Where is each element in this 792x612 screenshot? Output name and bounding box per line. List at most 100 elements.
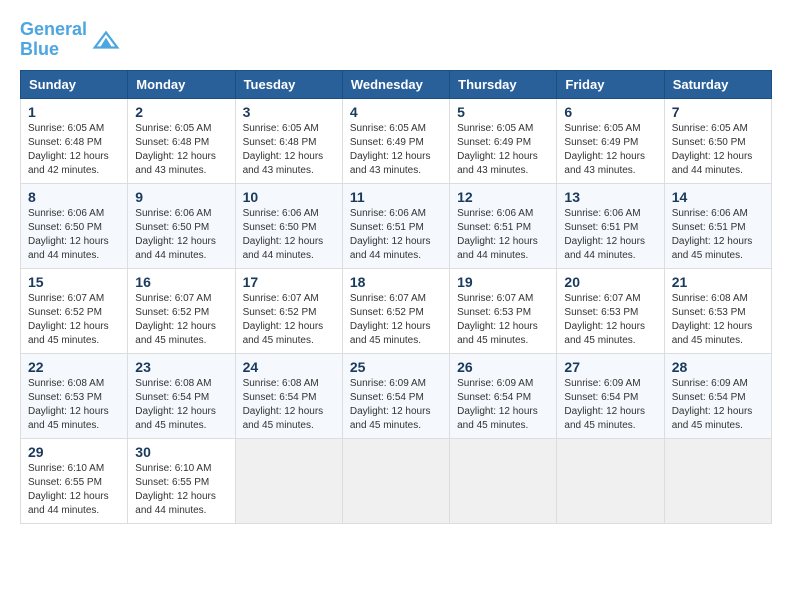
calendar-body: 1 Sunrise: 6:05 AM Sunset: 6:48 PM Dayli… [21,98,772,523]
day-number: 28 [672,359,764,375]
logo: General Blue [20,20,121,60]
day-number: 15 [28,274,120,290]
day-info: Sunrise: 6:08 AM Sunset: 6:53 PM Dayligh… [672,293,753,346]
day-header-monday: Monday [128,70,235,98]
day-info: Sunrise: 6:10 AM Sunset: 6:55 PM Dayligh… [28,463,109,516]
calendar-cell: 20 Sunrise: 6:07 AM Sunset: 6:53 PM Dayl… [557,268,664,353]
calendar-cell: 29 Sunrise: 6:10 AM Sunset: 6:55 PM Dayl… [21,438,128,523]
day-number: 24 [243,359,335,375]
calendar-cell: 19 Sunrise: 6:07 AM Sunset: 6:53 PM Dayl… [450,268,557,353]
day-info: Sunrise: 6:06 AM Sunset: 6:51 PM Dayligh… [672,208,753,261]
day-info: Sunrise: 6:06 AM Sunset: 6:50 PM Dayligh… [243,208,324,261]
calendar-cell: 7 Sunrise: 6:05 AM Sunset: 6:50 PM Dayli… [664,98,771,183]
calendar-week-2: 8 Sunrise: 6:06 AM Sunset: 6:50 PM Dayli… [21,183,772,268]
calendar-cell: 24 Sunrise: 6:08 AM Sunset: 6:54 PM Dayl… [235,353,342,438]
day-header-sunday: Sunday [21,70,128,98]
day-info: Sunrise: 6:07 AM Sunset: 6:52 PM Dayligh… [243,293,324,346]
day-number: 7 [672,104,764,120]
day-info: Sunrise: 6:06 AM Sunset: 6:51 PM Dayligh… [350,208,431,261]
logo-icon [91,25,121,55]
day-info: Sunrise: 6:07 AM Sunset: 6:52 PM Dayligh… [28,293,109,346]
day-number: 30 [135,444,227,460]
calendar-cell: 9 Sunrise: 6:06 AM Sunset: 6:50 PM Dayli… [128,183,235,268]
day-number: 29 [28,444,120,460]
day-number: 3 [243,104,335,120]
calendar-cell: 15 Sunrise: 6:07 AM Sunset: 6:52 PM Dayl… [21,268,128,353]
day-number: 19 [457,274,549,290]
day-header-tuesday: Tuesday [235,70,342,98]
logo-text: General Blue [20,20,87,60]
day-info: Sunrise: 6:05 AM Sunset: 6:49 PM Dayligh… [457,123,538,176]
calendar-cell [664,438,771,523]
calendar-cell [235,438,342,523]
calendar-cell: 21 Sunrise: 6:08 AM Sunset: 6:53 PM Dayl… [664,268,771,353]
day-number: 4 [350,104,442,120]
calendar-week-1: 1 Sunrise: 6:05 AM Sunset: 6:48 PM Dayli… [21,98,772,183]
calendar-cell: 5 Sunrise: 6:05 AM Sunset: 6:49 PM Dayli… [450,98,557,183]
calendar-cell: 17 Sunrise: 6:07 AM Sunset: 6:52 PM Dayl… [235,268,342,353]
calendar-week-4: 22 Sunrise: 6:08 AM Sunset: 6:53 PM Dayl… [21,353,772,438]
day-info: Sunrise: 6:08 AM Sunset: 6:53 PM Dayligh… [28,378,109,431]
calendar-cell: 11 Sunrise: 6:06 AM Sunset: 6:51 PM Dayl… [342,183,449,268]
calendar-cell: 14 Sunrise: 6:06 AM Sunset: 6:51 PM Dayl… [664,183,771,268]
calendar-cell: 3 Sunrise: 6:05 AM Sunset: 6:48 PM Dayli… [235,98,342,183]
day-info: Sunrise: 6:09 AM Sunset: 6:54 PM Dayligh… [350,378,431,431]
day-number: 23 [135,359,227,375]
day-info: Sunrise: 6:08 AM Sunset: 6:54 PM Dayligh… [135,378,216,431]
calendar-cell: 30 Sunrise: 6:10 AM Sunset: 6:55 PM Dayl… [128,438,235,523]
day-info: Sunrise: 6:06 AM Sunset: 6:50 PM Dayligh… [135,208,216,261]
day-info: Sunrise: 6:05 AM Sunset: 6:50 PM Dayligh… [672,123,753,176]
day-number: 27 [564,359,656,375]
calendar-cell: 26 Sunrise: 6:09 AM Sunset: 6:54 PM Dayl… [450,353,557,438]
day-number: 16 [135,274,227,290]
calendar-cell: 28 Sunrise: 6:09 AM Sunset: 6:54 PM Dayl… [664,353,771,438]
day-number: 14 [672,189,764,205]
day-number: 1 [28,104,120,120]
calendar-cell: 22 Sunrise: 6:08 AM Sunset: 6:53 PM Dayl… [21,353,128,438]
day-number: 6 [564,104,656,120]
calendar-cell: 6 Sunrise: 6:05 AM Sunset: 6:49 PM Dayli… [557,98,664,183]
day-number: 8 [28,189,120,205]
day-info: Sunrise: 6:05 AM Sunset: 6:48 PM Dayligh… [28,123,109,176]
day-number: 18 [350,274,442,290]
calendar-cell: 10 Sunrise: 6:06 AM Sunset: 6:50 PM Dayl… [235,183,342,268]
day-header-friday: Friday [557,70,664,98]
day-info: Sunrise: 6:08 AM Sunset: 6:54 PM Dayligh… [243,378,324,431]
calendar-cell [450,438,557,523]
day-number: 2 [135,104,227,120]
calendar-cell: 13 Sunrise: 6:06 AM Sunset: 6:51 PM Dayl… [557,183,664,268]
calendar-cell [557,438,664,523]
day-info: Sunrise: 6:06 AM Sunset: 6:51 PM Dayligh… [457,208,538,261]
day-number: 13 [564,189,656,205]
calendar-cell: 18 Sunrise: 6:07 AM Sunset: 6:52 PM Dayl… [342,268,449,353]
day-info: Sunrise: 6:05 AM Sunset: 6:49 PM Dayligh… [564,123,645,176]
day-info: Sunrise: 6:06 AM Sunset: 6:51 PM Dayligh… [564,208,645,261]
calendar-week-5: 29 Sunrise: 6:10 AM Sunset: 6:55 PM Dayl… [21,438,772,523]
day-header-saturday: Saturday [664,70,771,98]
day-info: Sunrise: 6:05 AM Sunset: 6:48 PM Dayligh… [135,123,216,176]
day-info: Sunrise: 6:10 AM Sunset: 6:55 PM Dayligh… [135,463,216,516]
calendar-cell: 4 Sunrise: 6:05 AM Sunset: 6:49 PM Dayli… [342,98,449,183]
day-info: Sunrise: 6:09 AM Sunset: 6:54 PM Dayligh… [564,378,645,431]
day-of-week-header: SundayMondayTuesdayWednesdayThursdayFrid… [21,70,772,98]
day-header-thursday: Thursday [450,70,557,98]
calendar-cell: 27 Sunrise: 6:09 AM Sunset: 6:54 PM Dayl… [557,353,664,438]
day-info: Sunrise: 6:07 AM Sunset: 6:53 PM Dayligh… [564,293,645,346]
calendar-cell: 1 Sunrise: 6:05 AM Sunset: 6:48 PM Dayli… [21,98,128,183]
day-number: 20 [564,274,656,290]
day-header-wednesday: Wednesday [342,70,449,98]
calendar-cell [342,438,449,523]
day-info: Sunrise: 6:09 AM Sunset: 6:54 PM Dayligh… [457,378,538,431]
day-info: Sunrise: 6:06 AM Sunset: 6:50 PM Dayligh… [28,208,109,261]
day-number: 10 [243,189,335,205]
day-number: 21 [672,274,764,290]
calendar-cell: 16 Sunrise: 6:07 AM Sunset: 6:52 PM Dayl… [128,268,235,353]
day-info: Sunrise: 6:09 AM Sunset: 6:54 PM Dayligh… [672,378,753,431]
page-header: General Blue [20,20,772,60]
day-info: Sunrise: 6:05 AM Sunset: 6:48 PM Dayligh… [243,123,324,176]
day-info: Sunrise: 6:05 AM Sunset: 6:49 PM Dayligh… [350,123,431,176]
calendar-week-3: 15 Sunrise: 6:07 AM Sunset: 6:52 PM Dayl… [21,268,772,353]
day-number: 5 [457,104,549,120]
day-info: Sunrise: 6:07 AM Sunset: 6:52 PM Dayligh… [135,293,216,346]
calendar-cell: 2 Sunrise: 6:05 AM Sunset: 6:48 PM Dayli… [128,98,235,183]
